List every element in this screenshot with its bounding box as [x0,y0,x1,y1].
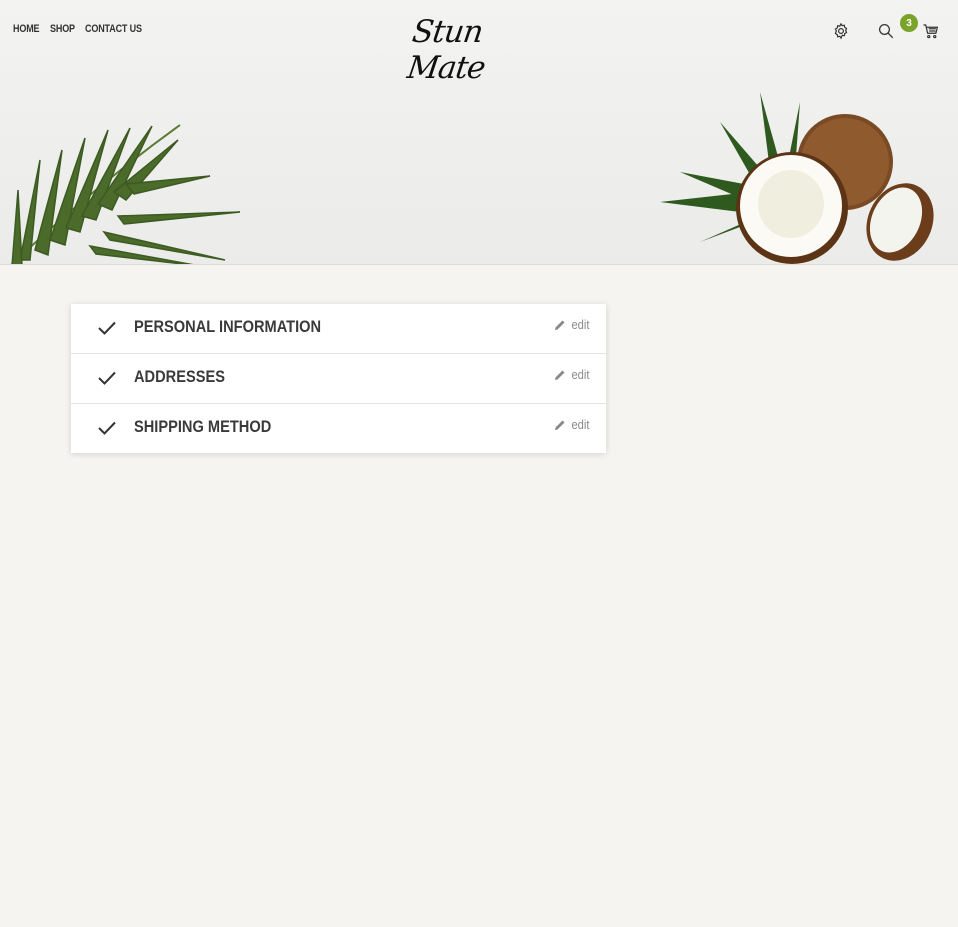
step-personal-information[interactable]: PERSONAL INFORMATION edit [71,304,606,354]
edit-button[interactable]: edit [554,367,591,382]
step-title: PERSONAL INFORMATION [134,317,322,336]
palm-leaf-image [10,124,241,264]
checkmark-icon [98,421,116,435]
edit-button[interactable]: edit [554,417,591,432]
logo[interactable]: Stun Mate [405,14,551,86]
checkout-steps: PERSONAL INFORMATION edit ADDRESSES edit… [71,304,606,453]
step-title: ADDRESSES [134,367,225,386]
step-shipping-method[interactable]: SHIPPING METHOD edit [71,404,606,454]
search-icon[interactable] [877,22,895,40]
edit-button[interactable]: edit [554,317,591,332]
pencil-icon [555,420,565,430]
checkmark-icon [98,321,116,335]
coconut-image [660,92,934,264]
pencil-icon [555,320,565,330]
nav-shop[interactable]: SHOP [50,23,75,35]
pencil-icon [555,370,565,380]
header-banner: HOME SHOP CONTACT US Stun Mate 3 [0,0,958,265]
step-addresses[interactable]: ADDRESSES edit [71,354,606,404]
gear-icon[interactable] [832,22,850,40]
main-nav: HOME SHOP CONTACT US [13,23,154,35]
checkmark-icon [98,371,116,385]
nav-home[interactable]: HOME [13,23,40,35]
cart-count-badge: 3 [900,14,918,32]
step-title: SHIPPING METHOD [134,417,272,436]
cart-icon[interactable]: 3 [900,14,940,40]
nav-contact-us[interactable]: CONTACT US [85,23,142,35]
